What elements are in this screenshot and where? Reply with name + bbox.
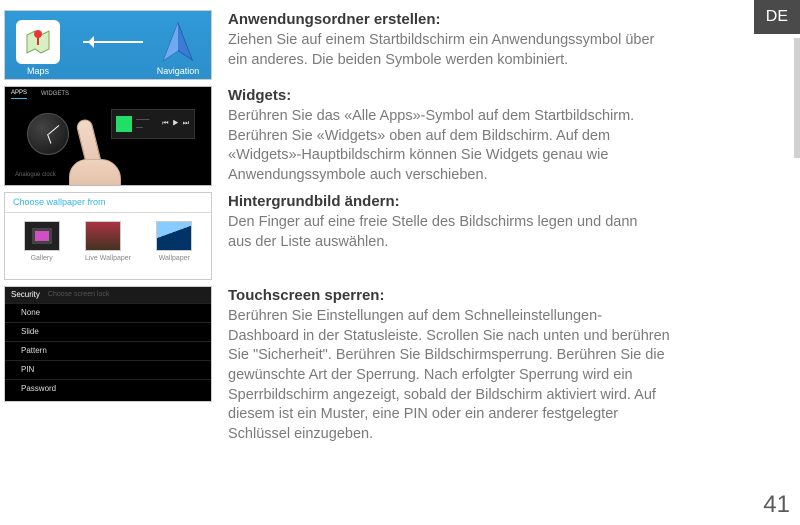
app-label: Maps: [11, 65, 65, 77]
maps-icon: [23, 27, 53, 57]
lock-option-pin: PIN: [5, 360, 211, 379]
lock-option-password: Password: [5, 379, 211, 398]
thumbnail-caption: Analogue clock: [15, 171, 56, 179]
media-title: ––––––: [136, 116, 158, 132]
section-create-folder: Maps Navigation Anwendungsordner erstell…: [0, 10, 800, 80]
option-label: Live Wallpaper: [85, 255, 131, 262]
touch-hand-icon: [63, 119, 125, 186]
app-icon-navigation: Navigation: [151, 20, 205, 77]
option-label: Gallery: [31, 255, 53, 262]
lock-options-list: None Slide Pattern PIN Password: [5, 303, 211, 398]
wallpaper-dialog-title: Choose wallpaper from: [5, 193, 211, 213]
option-label: Wallpaper: [159, 255, 190, 262]
security-subtitle: Choose screen lock: [48, 290, 109, 299]
security-title: Security: [11, 290, 40, 301]
thumbnail-widgets: APPS WIDGETS –––––– ⏮ ▶ ⏭ Analogue clock: [4, 86, 212, 186]
wallpaper-icon: [156, 221, 192, 251]
wallpaper-option-static: Wallpaper: [156, 221, 192, 263]
security-header: Security Choose screen lock: [5, 287, 211, 303]
section-heading: Touchscreen sperren:: [228, 286, 670, 306]
lock-option-pattern: Pattern: [5, 341, 211, 360]
tab-widgets: WIDGETS: [41, 90, 69, 98]
section-body: Ziehen Sie auf einem Startbildschirm ein…: [228, 31, 660, 70]
section-heading: Hintergrundbild ändern:: [228, 192, 660, 212]
arrow-left-icon: [83, 41, 143, 43]
gallery-icon: [24, 221, 60, 251]
lock-option-slide: Slide: [5, 322, 211, 341]
section-widgets: APPS WIDGETS –––––– ⏮ ▶ ⏭ Analogue clock…: [0, 86, 800, 186]
app-label: Navigation: [151, 65, 205, 77]
section-wallpaper: Choose wallpaper from Gallery Live Wallp…: [0, 192, 800, 280]
lock-option-none: None: [5, 303, 211, 322]
wallpaper-option-gallery: Gallery: [24, 221, 60, 263]
section-heading: Widgets:: [228, 86, 660, 106]
tabs-bar: APPS WIDGETS: [5, 87, 211, 101]
tab-apps: APPS: [11, 89, 27, 99]
section-body: Den Finger auf eine freie Stelle des Bil…: [228, 213, 660, 252]
page-number: 41: [763, 489, 790, 521]
section-body: Berühren Sie Einstellungen auf dem Schne…: [228, 307, 670, 444]
thumbnail-security: Security Choose screen lock None Slide P…: [4, 286, 212, 402]
page-edge-tab: [794, 38, 800, 158]
thumbnail-wallpaper: Choose wallpaper from Gallery Live Wallp…: [4, 192, 212, 280]
section-body: Berühren Sie das «Alle Apps»-Symbol auf …: [228, 107, 660, 185]
wallpaper-option-live: Live Wallpaper: [85, 221, 131, 263]
section-lock-screen: Security Choose screen lock None Slide P…: [0, 286, 800, 444]
thumbnail-create-folder: Maps Navigation: [4, 10, 212, 80]
app-icon-maps: Maps: [11, 20, 65, 77]
language-badge: DE: [754, 0, 800, 34]
navigation-arrow-icon: [156, 19, 200, 65]
media-controls-icon: ⏮ ▶ ⏭: [162, 119, 190, 128]
section-heading: Anwendungsordner erstellen:: [228, 10, 660, 30]
page-content: Maps Navigation Anwendungsordner erstell…: [0, 0, 800, 444]
live-wallpaper-icon: [85, 221, 121, 251]
